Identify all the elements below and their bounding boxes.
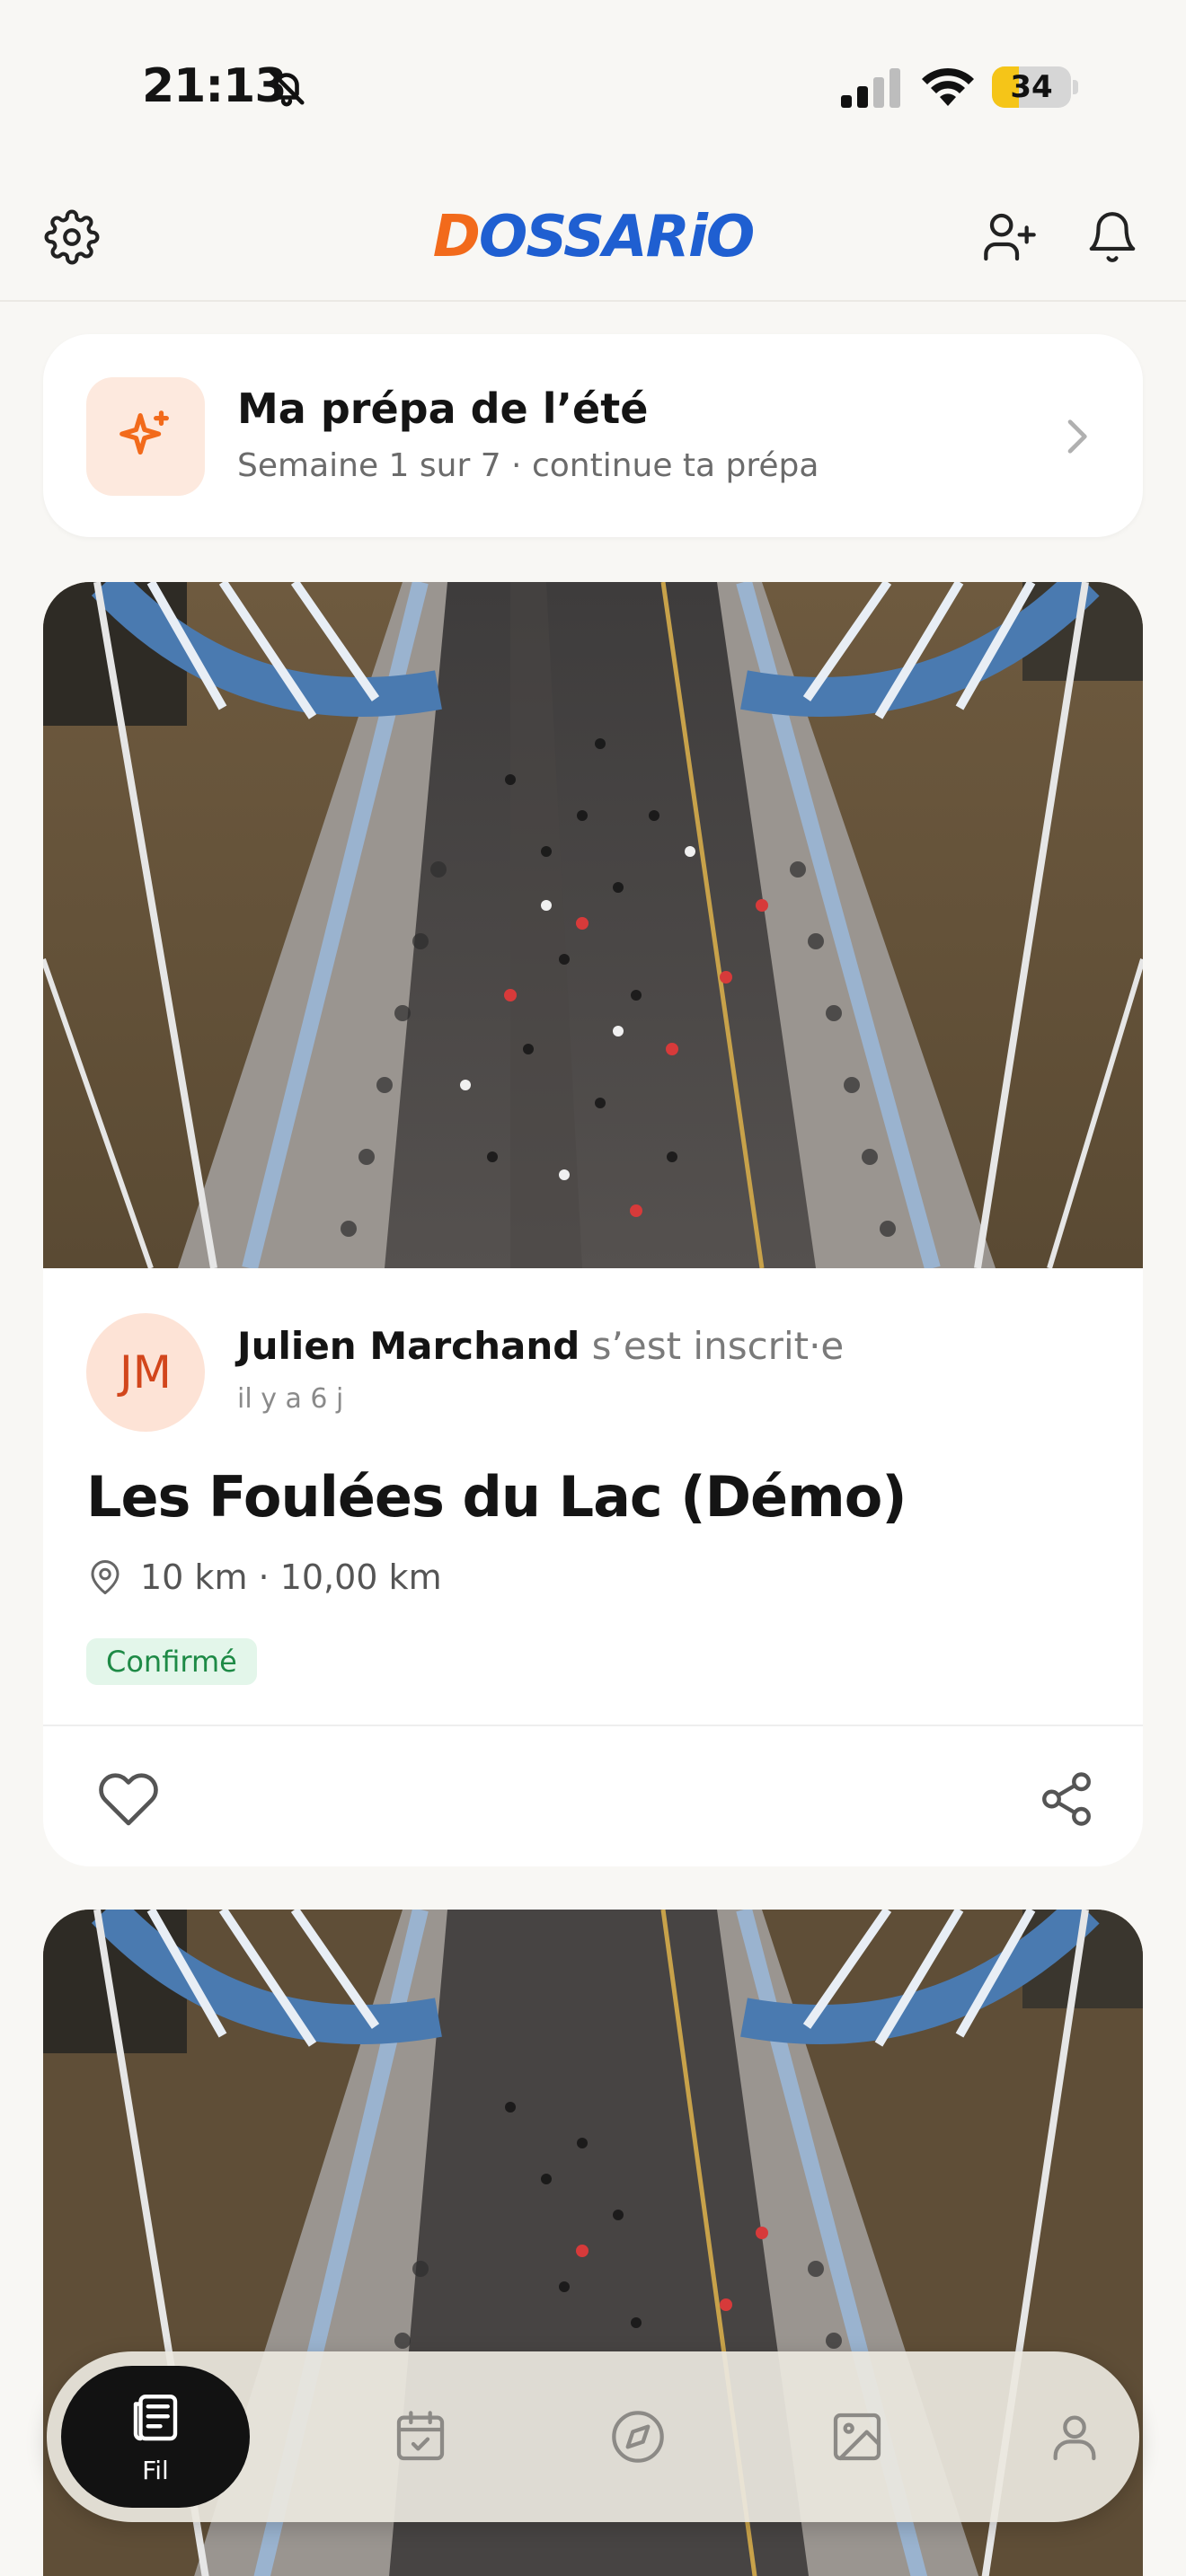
summer-prep-card[interactable]: Ma prépa de l’été Semaine 1 sur 7 · cont…: [43, 334, 1143, 537]
bell-off-icon: [269, 69, 305, 107]
image-icon: [833, 2413, 881, 2461]
tab-explore[interactable]: [548, 2351, 728, 2522]
tab-feed[interactable]: Fil: [61, 2366, 250, 2508]
bell-icon: [1089, 212, 1136, 262]
location-pin-icon: [91, 1560, 119, 1594]
wifi-icon: [922, 67, 974, 106]
card-divider: [43, 1725, 1143, 1726]
tab-profile[interactable]: [985, 2351, 1164, 2522]
add-user-icon: [984, 213, 1036, 261]
share-icon[interactable]: [1037, 1769, 1096, 1829]
news-icon: [133, 2394, 178, 2440]
status-bar: 21:13 34: [0, 0, 1186, 171]
race-photo: [43, 582, 1143, 1268]
sparkles-icon: [119, 410, 169, 455]
compass-icon: [612, 2411, 664, 2463]
status-badge: Confirmé: [86, 1638, 257, 1685]
tab-feed-label: Fil: [142, 2455, 169, 2485]
race-distance-text: 10 km · 10,00 km: [140, 1557, 442, 1597]
add-friend-button[interactable]: [972, 199, 1048, 275]
gear-icon: [44, 209, 100, 265]
calendar-check-icon: [396, 2411, 445, 2461]
status-time: 21:13: [142, 59, 288, 113]
heart-icon[interactable]: [97, 1768, 160, 1831]
prep-icon-container: [86, 377, 205, 496]
user-icon: [1053, 2415, 1096, 2461]
race-distance: 10 km · 10,00 km: [86, 1557, 442, 1597]
tab-gallery[interactable]: [767, 2351, 947, 2522]
post-header: Julien Marchand s’est inscrit·e: [237, 1324, 844, 1368]
notifications-button[interactable]: [1075, 199, 1150, 275]
app-header: DOSSARiO: [0, 171, 1186, 302]
app-logo: DOSSARiO: [432, 201, 756, 273]
author-name[interactable]: Julien Marchand: [237, 1324, 580, 1368]
race-title[interactable]: Les Foulées du Lac (Démo): [86, 1464, 907, 1530]
cellular-signal-icon: [841, 68, 900, 108]
logo-letter-d: D: [432, 204, 481, 270]
post-action: s’est inscrit·e: [591, 1324, 845, 1368]
prep-subtitle: Semaine 1 sur 7 · continue ta prépa: [237, 447, 819, 484]
bottom-tab-bar: Fil: [47, 2351, 1139, 2522]
feed-post-card[interactable]: JM Julien Marchand s’est inscrit·e il y …: [43, 582, 1143, 1866]
tab-calendar[interactable]: [331, 2351, 510, 2522]
prep-title: Ma prépa de l’été: [237, 384, 649, 433]
settings-button[interactable]: [34, 199, 110, 275]
avatar[interactable]: JM: [86, 1313, 205, 1432]
chevron-right-icon: [1067, 419, 1087, 454]
battery-level: 34: [1010, 69, 1053, 105]
bridge-marathon-image: [43, 582, 1143, 1268]
battery-icon: 34: [992, 66, 1078, 108]
post-timestamp: il y a 6 j: [237, 1383, 344, 1415]
logo-text: OSSARiO: [478, 204, 755, 270]
